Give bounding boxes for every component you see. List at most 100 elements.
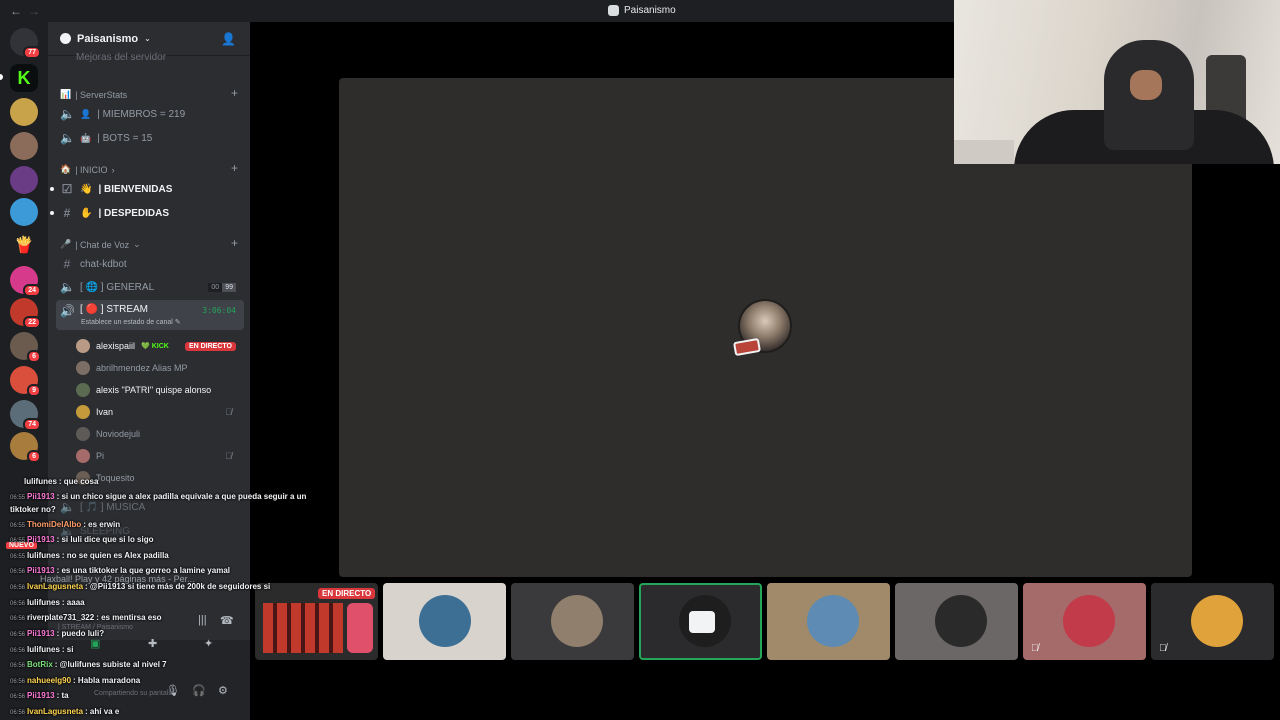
chat-username: Pii1913 bbox=[27, 535, 55, 544]
server-icon[interactable]: 6 bbox=[10, 332, 41, 363]
participant-tile[interactable] bbox=[895, 583, 1018, 660]
server-icon[interactable] bbox=[10, 98, 38, 126]
unread-dot bbox=[50, 211, 54, 215]
chat-text: : no se quien es Alex padilla bbox=[61, 551, 169, 560]
add-channel-icon[interactable]: + bbox=[231, 86, 238, 100]
participant-tile-speaking[interactable] bbox=[639, 583, 762, 660]
camera-icon bbox=[689, 611, 715, 633]
chat-username: lulifunes bbox=[27, 645, 60, 654]
badge: 74 bbox=[23, 418, 41, 431]
voice-user[interactable]: alexispaiil 💚 KICK EN DIRECTO bbox=[76, 336, 244, 356]
channel-status[interactable]: Establece un estado de canal ✎ bbox=[81, 318, 181, 326]
server-icon[interactable]: 74 bbox=[10, 400, 41, 431]
channel-chat-kdbot[interactable]: # chat-kdbot bbox=[56, 253, 244, 275]
kick-tag: 💚 KICK bbox=[141, 343, 169, 350]
chat-text: : si un chico sigue a alex padilla equiv… bbox=[56, 492, 307, 501]
chat-message: 06:55 lulifunes: no se quien es Alex padi… bbox=[10, 551, 169, 560]
chat-text: : ahí va e bbox=[85, 707, 120, 716]
server-icon[interactable]: 9 bbox=[10, 366, 41, 397]
soundboard-icon[interactable]: ✦ bbox=[204, 637, 213, 650]
robot-icon: 🤖 bbox=[80, 132, 92, 143]
avatar bbox=[1191, 595, 1243, 647]
server-icon[interactable]: 22 bbox=[10, 298, 41, 329]
channel-despedidas[interactable]: # ✋ | DESPEDIDAS bbox=[50, 202, 244, 224]
muted-mic-icon: 🎙̸ bbox=[1159, 643, 1167, 654]
server-icon[interactable]: 24 bbox=[10, 266, 41, 297]
chat-username: IvanLagusneta bbox=[27, 707, 84, 716]
chat-message: 06:55 Pii1913: si luli dice que si lo sig… bbox=[10, 535, 154, 544]
participant-tile[interactable] bbox=[383, 583, 506, 660]
voice-user-name: abrilhmendez Alias MP bbox=[96, 363, 188, 373]
camera-icon[interactable]: ▣ bbox=[90, 637, 100, 650]
channel-bots[interactable]: 🔈 🤖 | BOTS = 15 bbox=[56, 127, 244, 149]
chat-message: 06:56 riverplate731_322: es mentirsa eso bbox=[10, 613, 162, 622]
window-title: Paisanismo bbox=[608, 5, 676, 16]
arrow-left-icon[interactable]: ← bbox=[10, 4, 28, 18]
channel-label: | BOTS = 15 bbox=[97, 132, 153, 144]
discord-home-icon[interactable]: 77 bbox=[10, 28, 41, 59]
voice-activity-icon: 🔊 bbox=[60, 304, 75, 318]
desk bbox=[954, 140, 1014, 164]
voice-user[interactable]: Toquesito bbox=[76, 468, 244, 488]
channel-bienvenidas[interactable]: ☑ 👋 | BIENVENIDAS bbox=[50, 178, 244, 200]
channel-miembros[interactable]: 🔈 👤 | MIEMBROS = 219 bbox=[56, 103, 244, 125]
voice-user[interactable]: abrilhmendez Alias MP bbox=[76, 358, 244, 378]
chart-icon: 📊 bbox=[60, 89, 72, 99]
server-icon[interactable]: 6 bbox=[10, 432, 41, 463]
screenshare-preview-bag bbox=[347, 603, 373, 653]
speaker-icon: 🔈 bbox=[60, 500, 75, 514]
participant-tile[interactable] bbox=[511, 583, 634, 660]
avatar bbox=[76, 339, 90, 353]
rules-icon: ☑ bbox=[61, 182, 73, 196]
chat-timestamp: 06:55 bbox=[10, 538, 26, 544]
gear-icon[interactable]: ⚙ bbox=[218, 684, 228, 697]
participant-tile[interactable]: 🎙̸ bbox=[1023, 583, 1146, 660]
voice-user[interactable]: Pi 🎙̸ bbox=[76, 446, 244, 466]
add-channel-icon[interactable]: + bbox=[231, 236, 238, 250]
add-channel-icon[interactable]: + bbox=[231, 161, 238, 175]
unread-dot bbox=[50, 187, 54, 191]
participant-tile[interactable] bbox=[767, 583, 890, 660]
participant-tile[interactable]: 🎙̸ bbox=[1151, 583, 1274, 660]
avatar bbox=[551, 595, 603, 647]
category-inicio[interactable]: 🏠 | INICIO › bbox=[60, 164, 115, 175]
microphone-icon[interactable]: 🎙 bbox=[166, 684, 180, 697]
chat-message: 06:56 lulifunes: si bbox=[10, 645, 73, 654]
activity-icon[interactable]: ✚ bbox=[148, 637, 157, 650]
avatar bbox=[76, 361, 90, 375]
badge: 22 bbox=[23, 316, 41, 329]
category-serverstats[interactable]: 📊 | ServerStats bbox=[60, 89, 127, 100]
server-icon[interactable] bbox=[10, 132, 38, 160]
chat-timestamp: 06:56 bbox=[10, 663, 26, 669]
server-icon[interactable] bbox=[10, 166, 38, 194]
chat-username: nahueelg90 bbox=[27, 676, 72, 685]
headphones-icon[interactable]: 🎧 bbox=[192, 684, 206, 697]
channel-general[interactable]: 🔈 [ 🌐 ] GENERAL 00 99 bbox=[56, 276, 244, 298]
server-icon[interactable] bbox=[10, 198, 38, 226]
channel-stream[interactable]: 🔊 [ 🔴 ] STREAM 3:06:04 Establece un esta… bbox=[56, 300, 244, 330]
channel-label: | BIENVENIDAS bbox=[98, 183, 173, 195]
server-boost-link[interactable]: Mejoras del servidor bbox=[76, 52, 166, 63]
invite-member-icon[interactable]: 👤 bbox=[221, 32, 236, 46]
category-chat-de-voz[interactable]: 🎤 | Chat de Voz ⌄ bbox=[60, 239, 141, 250]
category-label: | Chat de Voz bbox=[75, 239, 130, 250]
kick-server-icon[interactable]: K bbox=[10, 64, 38, 92]
disconnect-icon[interactable]: ☎ bbox=[220, 614, 234, 627]
badge: 6 bbox=[27, 350, 41, 363]
channel-label: [ 🔴 ] STREAM bbox=[80, 304, 149, 315]
guild-header[interactable]: Paisanismo ⌄ 👤 bbox=[48, 22, 250, 56]
noise-suppression-icon[interactable]: ||| bbox=[198, 614, 207, 626]
channel-label: [ 🌐 ] GENERAL bbox=[80, 281, 155, 293]
unread-pill bbox=[0, 74, 3, 80]
arrow-right-icon[interactable]: → bbox=[28, 4, 46, 18]
voice-user[interactable]: Ivan 🎙̸ bbox=[76, 402, 244, 422]
voice-user-name: Noviodejuli bbox=[96, 429, 141, 439]
speaker-icon: 🔈 bbox=[60, 131, 75, 145]
voice-user[interactable]: Noviodejuli bbox=[76, 424, 244, 444]
chat-username: BotRix bbox=[27, 660, 53, 669]
chat-username: IvanLagusneta bbox=[27, 582, 84, 591]
guild-name: Paisanismo bbox=[77, 32, 139, 45]
fries-server-icon[interactable]: 🍟 bbox=[10, 232, 38, 260]
voice-user-name: Ivan bbox=[96, 407, 114, 417]
voice-user[interactable]: alexis "PATRI" quispe alonso bbox=[76, 380, 244, 400]
